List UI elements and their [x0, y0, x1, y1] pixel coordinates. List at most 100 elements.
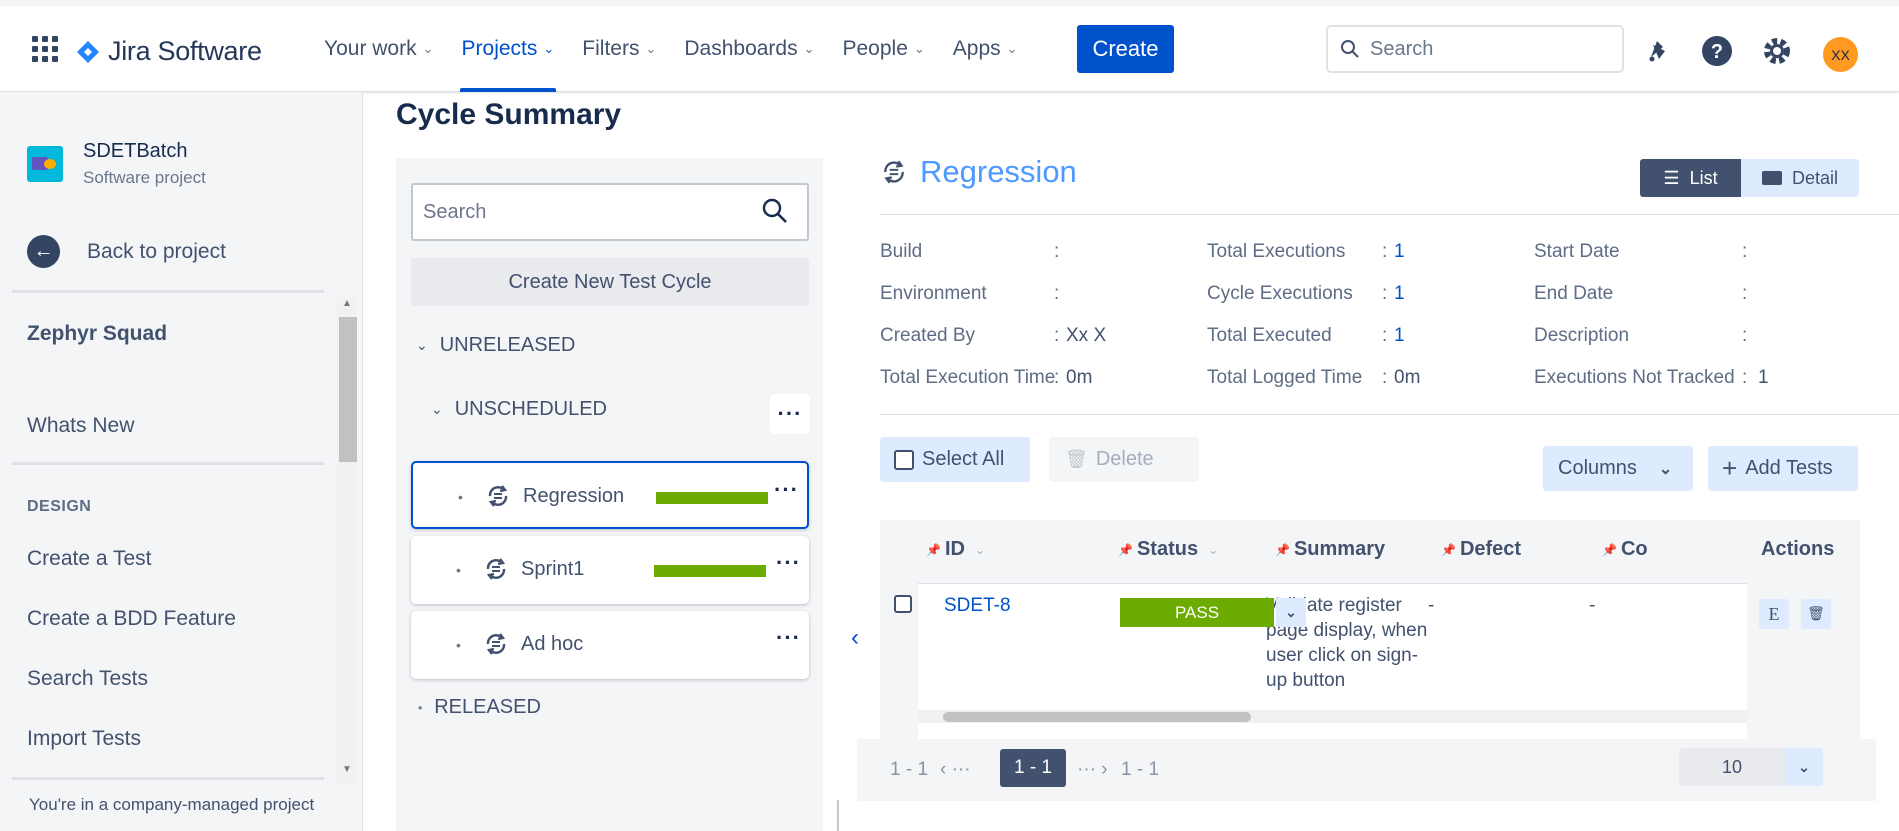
- select-all-button[interactable]: Select All: [880, 437, 1030, 482]
- detail-label: Detail: [1791, 167, 1839, 188]
- comment-cell: -: [1589, 595, 1596, 616]
- sidebar-item-whats-new[interactable]: Whats New: [27, 414, 134, 438]
- colon: :: [1382, 325, 1388, 346]
- next-page-button[interactable]: ··· ›: [1077, 759, 1108, 781]
- column-header-status[interactable]: 📌 Status ⌄: [1118, 538, 1218, 561]
- list-view-button[interactable]: ☰ List: [1640, 159, 1741, 197]
- sort-icon[interactable]: ⌄: [1208, 543, 1218, 557]
- executions-grid: 📌 ID ⌄ 📌 Status ⌄ 📌 Summary 📌 Defect 📌 Co SDET-…: [880, 520, 1860, 748]
- grid-horizontal-scrollbar[interactable]: [918, 710, 1747, 723]
- detail-view-button[interactable]: Detail: [1741, 159, 1859, 197]
- header-label: Co: [1620, 538, 1648, 560]
- search-icon[interactable]: [761, 197, 789, 225]
- nav-apps[interactable]: Apps ⌄: [939, 6, 1032, 92]
- column-header-id[interactable]: 📌 ID ⌄: [926, 538, 985, 561]
- colon: :: [1054, 367, 1060, 388]
- create-new-test-cycle-button[interactable]: Create New Test Cycle: [411, 258, 809, 306]
- cycle-item-ad-hoc[interactable]: • Ad hoc ···: [411, 611, 809, 679]
- add-tests-button[interactable]: + Add Tests: [1708, 446, 1858, 491]
- nav-your-work[interactable]: Your work ⌄: [310, 6, 448, 92]
- header-label: Status: [1136, 538, 1199, 560]
- notifications-icon[interactable]: [1640, 34, 1674, 68]
- bullet: •: [418, 700, 423, 715]
- released-node[interactable]: • RELEASED: [418, 696, 541, 719]
- total-executions-value[interactable]: 1: [1394, 241, 1405, 263]
- nav-people[interactable]: People ⌄: [829, 6, 939, 92]
- tree-search[interactable]: [411, 183, 809, 241]
- cycle-item-sprint1[interactable]: • Sprint1 ···: [411, 536, 809, 604]
- cycle-more-button[interactable]: ···: [776, 625, 801, 651]
- sidebar-item-create-bdd[interactable]: Create a BDD Feature: [27, 607, 236, 631]
- cycle-item-regression[interactable]: • Regression ···: [411, 461, 809, 529]
- create-button[interactable]: Create: [1077, 25, 1174, 73]
- tree-search-input[interactable]: [423, 200, 743, 224]
- prev-page-button[interactable]: ‹ ···: [940, 759, 971, 781]
- grid-gutter: [880, 520, 918, 748]
- cycle-title: Regression: [920, 154, 1077, 189]
- chevron-down-icon: ⌄: [1798, 758, 1810, 775]
- project-avatar-icon: [27, 146, 63, 182]
- grid-scroll-thumb[interactable]: [943, 712, 1251, 722]
- delete-row-icon[interactable]: 🗑: [1801, 599, 1831, 629]
- search-input[interactable]: [1370, 37, 1600, 61]
- arrow-left-icon: ←: [27, 235, 60, 268]
- colon: :: [1742, 283, 1748, 304]
- colon: :: [1054, 283, 1060, 304]
- divider: [880, 414, 1899, 415]
- main-content: Cycle Summary Create New Test Cycle ⌄ UN…: [363, 92, 1899, 831]
- unscheduled-more-button[interactable]: ···: [770, 394, 810, 434]
- app-switcher-icon[interactable]: [32, 36, 58, 62]
- current-page[interactable]: 1 - 1: [1000, 749, 1066, 787]
- nav-projects[interactable]: Projects ⌄: [448, 6, 569, 92]
- status-dropdown-button[interactable]: ⌄: [1276, 598, 1306, 627]
- column-header-defect[interactable]: 📌 Defect: [1441, 538, 1521, 561]
- user-avatar[interactable]: XX: [1823, 37, 1858, 72]
- pin-icon[interactable]: 📌: [1118, 543, 1133, 557]
- jira-logo[interactable]: Jira Software: [76, 36, 262, 67]
- execute-button[interactable]: E: [1759, 599, 1789, 629]
- unreleased-node[interactable]: ⌄ UNRELEASED: [416, 334, 575, 357]
- settings-gear-icon[interactable]: [1760, 34, 1794, 68]
- column-header-comment[interactable]: 📌 Co: [1602, 538, 1648, 561]
- page-size-value[interactable]: 10: [1679, 748, 1785, 786]
- total-execution-time-value: 0m: [1066, 367, 1093, 388]
- nav-dashboards[interactable]: Dashboards ⌄: [670, 6, 828, 92]
- divider: [12, 462, 324, 465]
- collapse-panel-icon[interactable]: ‹: [851, 624, 859, 652]
- pagination-bar: 1 - 1 ‹ ··· 1 - 1 ··· › 1 - 1 10 ⌄: [857, 739, 1876, 801]
- unreleased-label: UNRELEASED: [439, 334, 576, 356]
- unscheduled-label: UNSCHEDULED: [454, 398, 607, 420]
- cycle-executions-value[interactable]: 1: [1394, 283, 1405, 305]
- pin-icon[interactable]: 📌: [1441, 543, 1456, 557]
- test-id-link[interactable]: SDET-8: [944, 593, 1011, 618]
- chevron-down-icon: ⌄: [1658, 460, 1673, 478]
- sidebar-item-import-tests[interactable]: Import Tests: [27, 727, 141, 751]
- cycle-more-button[interactable]: ···: [776, 550, 801, 576]
- row-checkbox[interactable]: [894, 595, 912, 613]
- column-header-summary[interactable]: 📌 Summary: [1275, 538, 1385, 561]
- sidebar-item-create-test[interactable]: Create a Test: [27, 547, 152, 571]
- pin-icon[interactable]: 📌: [1275, 543, 1290, 557]
- defect-cell: -: [1428, 595, 1435, 616]
- back-to-project-link[interactable]: ← Back to project: [27, 235, 226, 268]
- project-header[interactable]: SDETBatch Software project: [27, 140, 206, 188]
- status-badge[interactable]: PASS: [1120, 598, 1274, 627]
- scroll-down-icon[interactable]: ▼: [340, 764, 354, 775]
- columns-button[interactable]: Columns ⌄: [1543, 446, 1693, 491]
- scroll-up-icon[interactable]: ▲: [340, 298, 354, 309]
- plus-icon: +: [1722, 453, 1738, 483]
- pin-icon[interactable]: 📌: [926, 543, 941, 557]
- total-executed-value[interactable]: 1: [1394, 325, 1405, 347]
- global-search[interactable]: [1326, 25, 1624, 73]
- pin-icon[interactable]: 📌: [1602, 543, 1617, 557]
- unscheduled-node[interactable]: ⌄ UNSCHEDULED: [431, 398, 607, 421]
- sort-icon[interactable]: ⌄: [975, 543, 985, 557]
- sidebar-item-search-tests[interactable]: Search Tests: [27, 667, 148, 691]
- page-size-dropdown[interactable]: ⌄: [1785, 748, 1823, 786]
- start-date-label: Start Date: [1534, 241, 1620, 262]
- nav-filters[interactable]: Filters ⌄: [568, 6, 670, 92]
- sidebar-scroll-thumb[interactable]: [339, 317, 357, 462]
- cycle-more-button[interactable]: ···: [774, 477, 799, 503]
- delete-button[interactable]: 🗑 Delete: [1049, 437, 1199, 482]
- help-icon[interactable]: ?: [1700, 34, 1734, 68]
